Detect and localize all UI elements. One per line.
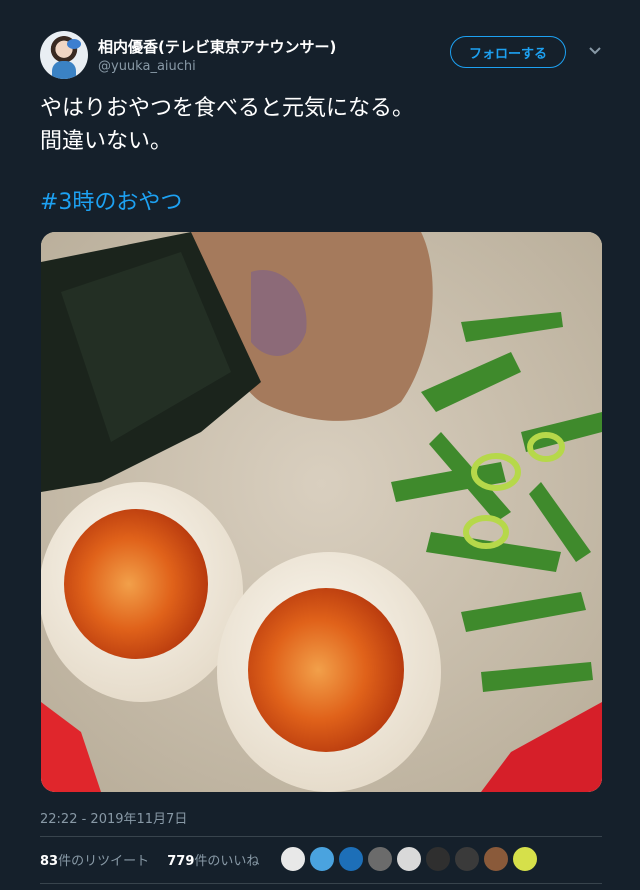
ramen-photo <box>41 232 602 792</box>
divider <box>40 836 602 837</box>
tweet-stats: 83件のリツイート 779件のいいね <box>40 850 273 869</box>
divider <box>40 883 602 884</box>
liker-avatar[interactable] <box>280 846 306 872</box>
tweet-timestamp[interactable]: 22:22 - 2019年11月7日 <box>40 808 187 827</box>
like-count-label: 件のいいね <box>194 854 260 869</box>
tweet-text-line: やはりおやつを食べると元気になる。 <box>40 96 415 121</box>
liker-avatar[interactable] <box>396 846 422 872</box>
hashtag-link[interactable]: #3時のおやつ <box>40 184 182 216</box>
avatar-badge-icon <box>67 39 81 49</box>
follow-button[interactable]: フォローする <box>450 36 566 68</box>
liker-avatar[interactable] <box>512 846 538 872</box>
liker-avatar[interactable] <box>483 846 509 872</box>
retweet-count-value: 83 <box>40 854 59 869</box>
user-handle[interactable]: @yuuka_aiuchi <box>98 59 196 74</box>
liker-avatar[interactable] <box>309 846 335 872</box>
liker-avatar[interactable] <box>338 846 364 872</box>
liker-avatar[interactable] <box>367 846 393 872</box>
tweet-text-line: 間違いない。 <box>40 129 173 154</box>
retweet-count[interactable]: 83件のリツイート <box>40 854 149 869</box>
retweet-count-label: 件のリツイート <box>58 854 150 869</box>
chevron-down-icon[interactable] <box>586 41 604 59</box>
avatar-shirt <box>52 61 76 79</box>
tweet-photo[interactable] <box>41 232 602 792</box>
liker-avatars <box>280 846 538 872</box>
tweet-header: 相内優香(テレビ東京アナウンサー) @yuuka_aiuchi フォローする <box>40 31 620 81</box>
display-name[interactable]: 相内優香(テレビ東京アナウンサー) <box>98 36 336 57</box>
avatar[interactable] <box>40 31 88 79</box>
liker-avatar[interactable] <box>454 846 480 872</box>
like-count[interactable]: 779件のいいね <box>167 854 259 869</box>
like-count-value: 779 <box>167 854 195 869</box>
liker-avatar[interactable] <box>425 846 451 872</box>
tweet-text: やはりおやつを食べると元気になる。 間違いない。 <box>40 92 610 158</box>
